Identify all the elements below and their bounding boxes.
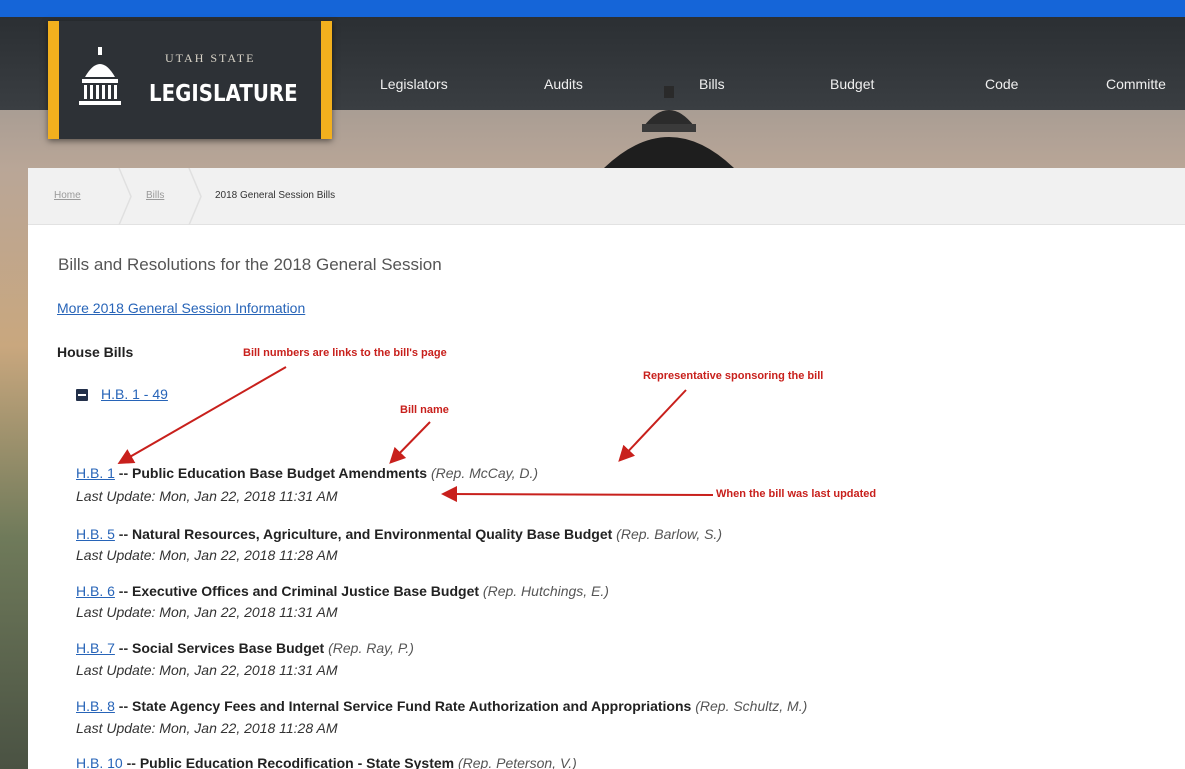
bill-last-update: Last Update: Mon, Jan 22, 2018 11:31 AM (76, 488, 338, 504)
annotation-last-updated: When the bill was last updated (716, 488, 877, 500)
bill-last-update: Last Update: Mon, Jan 22, 2018 11:31 AM (76, 604, 338, 620)
breadcrumb-separator-icon (118, 168, 132, 225)
page-title: Bills and Resolutions for the 2018 Gener… (58, 255, 442, 274)
more-session-info-link[interactable]: More 2018 General Session Information (57, 300, 305, 316)
bill-name: Public Education Base Budget Amendments (132, 465, 428, 481)
bill-number-link[interactable]: H.B. 6 (76, 583, 115, 599)
bill-last-update: Last Update: Mon, Jan 22, 2018 11:28 AM (76, 720, 338, 736)
house-bills-label: House Bills (57, 344, 134, 360)
nav-budget[interactable]: Budget (830, 76, 874, 92)
nav-committees[interactable]: Committe (1106, 76, 1166, 92)
bill-last-update: Last Update: Mon, Jan 22, 2018 11:31 AM (76, 662, 338, 678)
bill-item: H.B. 8 -- State Agency Fees and Internal… (76, 698, 807, 714)
bill-sponsor: (Rep. Schultz, M.) (695, 698, 808, 714)
bill-item: H.B. 6 -- Executive Offices and Criminal… (76, 583, 609, 599)
bill-sponsor: (Rep. McCay, D.) (431, 465, 539, 481)
bill-number-link[interactable]: H.B. 7 (76, 640, 115, 656)
top-accent-bar (0, 0, 1185, 17)
bill-sponsor: (Rep. Barlow, S.) (616, 526, 722, 542)
breadcrumb-separator-icon (188, 168, 202, 225)
bill-name: Natural Resources, Agriculture, and Envi… (132, 526, 613, 542)
bill-sponsor: (Rep. Hutchings, E.) (482, 583, 609, 599)
breadcrumb-current: 2018 General Session Bills (215, 190, 336, 201)
bill-separator: -- (114, 526, 133, 542)
logo-line-2: LEGISLATURE (149, 81, 298, 107)
nav-code[interactable]: Code (985, 76, 1018, 92)
bill-sponsor: (Rep. Peterson, V.) (458, 755, 577, 769)
bill-last-update: Last Update: Mon, Jan 22, 2018 11:28 AM (76, 547, 338, 563)
bill-range-link[interactable]: H.B. 1 - 49 (101, 386, 168, 402)
bill-separator: -- (114, 698, 133, 714)
bill-name: Executive Offices and Criminal Justice B… (132, 583, 480, 599)
annotation-bill-name: Bill name (400, 404, 449, 416)
breadcrumb: Home Bills 2018 General Session Bills (28, 168, 1185, 225)
capitol-dome-graphic (604, 86, 734, 168)
bill-separator: -- (114, 640, 133, 656)
nav-legislators[interactable]: Legislators (380, 76, 448, 92)
nav-audits[interactable]: Audits (544, 76, 583, 92)
annotation-bill-links: Bill numbers are links to the bill's pag… (243, 347, 447, 359)
bill-item: H.B. 5 -- Natural Resources, Agriculture… (76, 526, 722, 542)
collapse-icon[interactable] (76, 389, 88, 401)
bill-item: H.B. 1 -- Public Education Base Budget A… (76, 465, 538, 481)
content-panel: Home Bills 2018 General Session Bills Bi… (28, 168, 1185, 769)
bill-separator: -- (114, 583, 133, 599)
logo-line-1: UTAH STATE (165, 51, 256, 65)
site-logo[interactable]: UTAH STATE LEGISLATURE (48, 21, 332, 139)
bill-number-link[interactable]: H.B. 1 (76, 465, 115, 481)
bill-item: H.B. 7 -- Social Services Base Budget (R… (76, 640, 414, 656)
bill-name: State Agency Fees and Internal Service F… (132, 698, 692, 714)
bill-name: Social Services Base Budget (132, 640, 325, 656)
breadcrumb-home[interactable]: Home (54, 190, 81, 201)
bill-name: Public Education Recodification - State … (139, 755, 455, 769)
bill-separator: -- (114, 465, 133, 481)
breadcrumb-bills[interactable]: Bills (146, 190, 164, 201)
annotation-sponsor: Representative sponsoring the bill (643, 370, 824, 382)
bill-sponsor: (Rep. Ray, P.) (328, 640, 414, 656)
bill-number-link[interactable]: H.B. 10 (76, 755, 123, 769)
bill-item: H.B. 10 -- Public Education Recodificati… (76, 755, 577, 769)
capitol-icon (79, 47, 121, 105)
bill-number-link[interactable]: H.B. 5 (76, 526, 115, 542)
bill-number-link[interactable]: H.B. 8 (76, 698, 115, 714)
bill-separator: -- (122, 755, 140, 769)
